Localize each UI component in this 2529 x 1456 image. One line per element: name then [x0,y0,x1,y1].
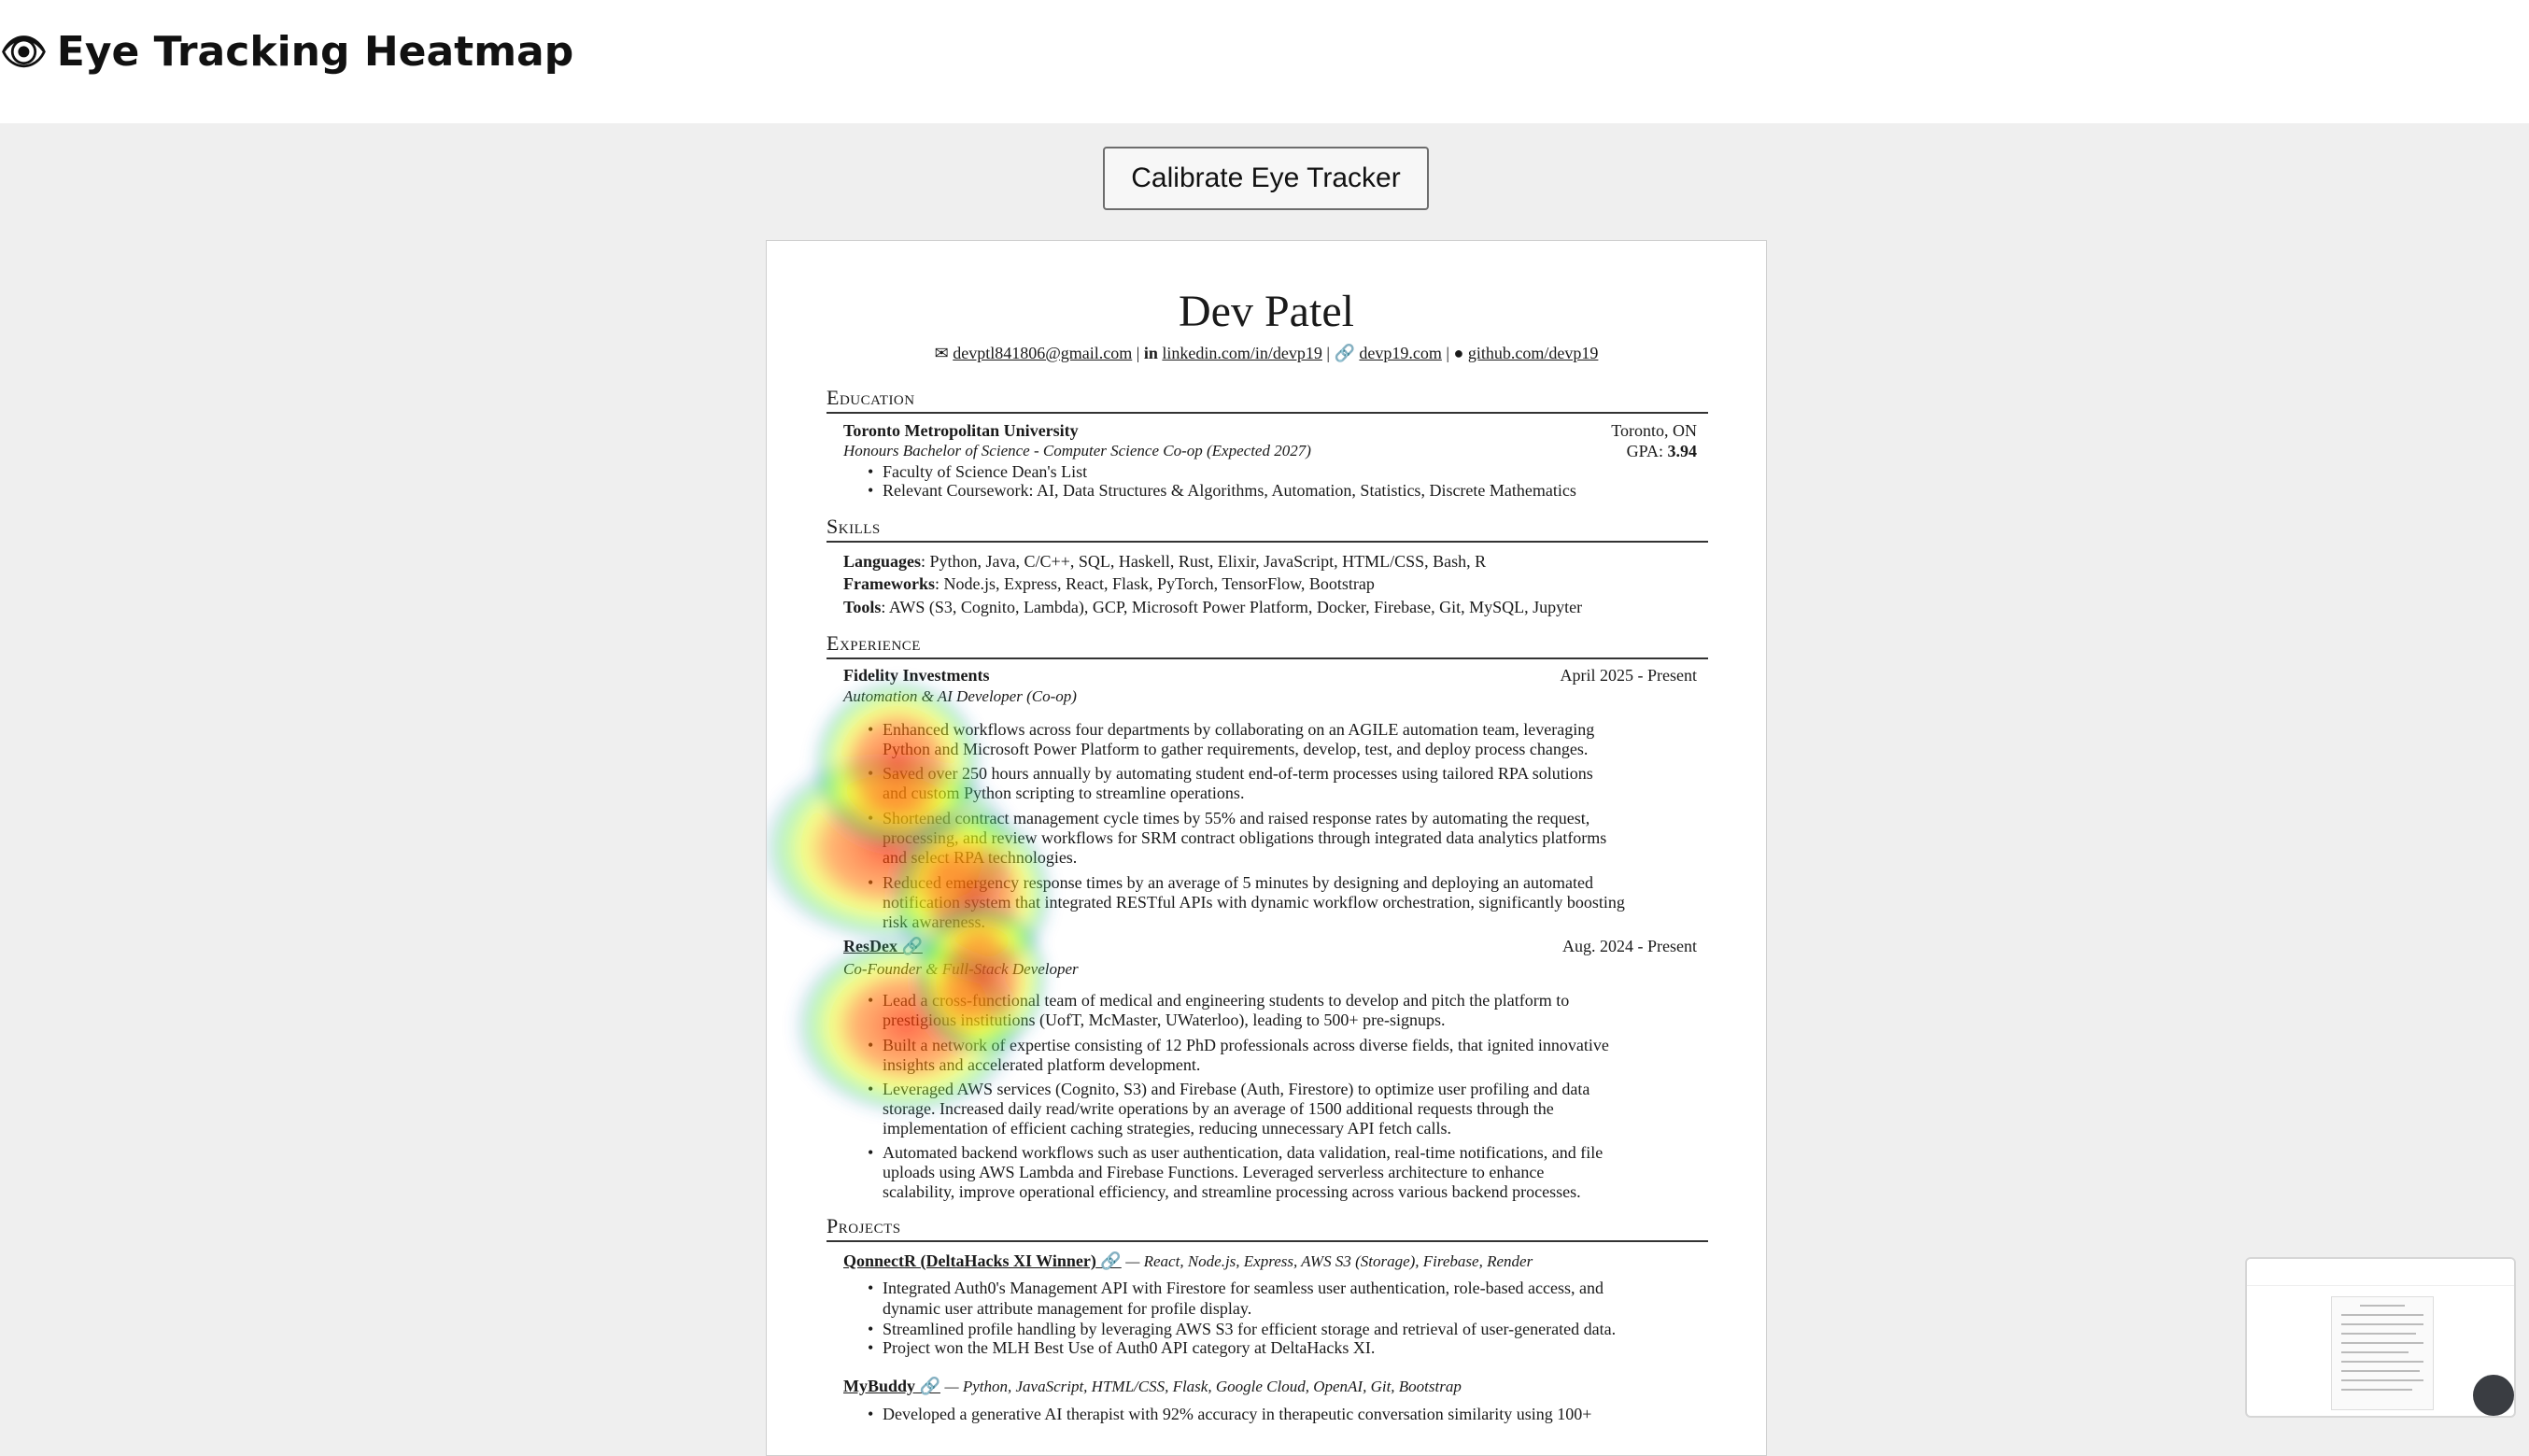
job-company: Fidelity Investments [843,666,990,685]
app-header: 👁 Eye Tracking Heatmap [0,0,2529,123]
eye-icon: 👁 [0,31,48,74]
divider [827,541,1708,543]
job-bullet-cont: and select RPA technologies. [883,848,1078,867]
job-bullet: Lead a cross-functional team of medical … [868,991,1569,1011]
reader-mode-icon[interactable] [2473,1375,2514,1416]
github-icon: ● [1453,344,1464,362]
page-title-text: Eye Tracking Heatmap [56,28,574,76]
resume-name: Dev Patel [1179,287,1354,336]
page-title: 👁 Eye Tracking Heatmap [0,28,573,76]
divider [827,1240,1708,1242]
website-link[interactable]: devp19.com [1359,344,1441,362]
project-bullet: Project won the MLH Best Use of Auth0 AP… [868,1338,1375,1358]
job-dates: April 2025 - Present [1560,666,1697,685]
education-heading: Education [827,386,915,409]
school-location: Toronto, ON [1611,421,1697,440]
github-link[interactable]: github.com/devp19 [1468,344,1598,362]
thumbnail-page [2331,1296,2434,1410]
linkedin-icon: in [1143,344,1158,362]
link-icon: 🔗 [1334,344,1355,362]
job-bullet: Leveraged AWS services (Cognito, S3) and… [868,1080,1589,1099]
email-icon: ✉ [934,344,949,362]
job-bullet: Reduced emergency response times by an a… [868,873,1593,893]
job-bullet-cont: implementation of efficient caching stra… [883,1119,1451,1138]
divider [827,412,1708,414]
job-bullet-cont: storage. Increased daily read/write oper… [883,1099,1554,1118]
job-bullet-cont: insights and accelerated platform develo… [883,1055,1201,1074]
linkedin-link[interactable]: linkedin.com/in/devp19 [1162,344,1321,362]
job-bullet-cont: notification system that integrated REST… [883,893,1625,912]
skills-languages: Languages: Python, Java, C/C++, SQL, Has… [843,552,1487,571]
job-bullet: Shortened contract management cycle time… [868,809,1589,828]
project-link[interactable]: QonnectR (DeltaHacks XI Winner) 🔗 [843,1251,1122,1270]
edu-bullet: Relevant Coursework: AI, Data Structures… [868,481,1576,501]
job-dates: Aug. 2024 - Present [1562,937,1697,955]
link-icon: 🔗 [901,937,923,955]
skills-frameworks: Frameworks: Node.js, Express, React, Fla… [843,574,1375,593]
skills-tools: Tools: AWS (S3, Cognito, Lambda), GCP, M… [843,598,1583,616]
resume-document: Dev Patel ✉ devptl841806@gmail.com | in … [766,240,1767,1456]
thumbnail-header [2247,1259,2514,1286]
project-bullet-cont: dynamic user attribute management for pr… [883,1299,1252,1318]
project-bullet: Streamlined profile handling by leveragi… [868,1320,1616,1339]
school-name: Toronto Metropolitan University [843,421,1079,440]
job-bullet-cont: scalability, improve operational efficie… [883,1182,1581,1201]
project-link[interactable]: MyBuddy 🔗 [843,1377,940,1395]
job-bullet: Built a network of expertise consisting … [868,1036,1609,1055]
job-bullet-cont: Python and Microsoft Power Platform to g… [883,740,1589,758]
projects-heading: Projects [827,1214,901,1237]
degree: Honours Bachelor of Science - Computer S… [843,442,1311,459]
project-bullet: Integrated Auth0's Management API with F… [868,1279,1604,1298]
skills-heading: Skills [827,515,881,538]
divider [827,657,1708,659]
job-bullet: Enhanced workflows across four departmen… [868,720,1594,740]
calibrate-button[interactable]: Calibrate Eye Tracker [1103,147,1429,210]
edu-bullet: Faculty of Science Dean's List [868,462,1087,482]
job-bullet-cont: uploads using AWS Lambda and Firebase Fu… [883,1163,1545,1181]
job-company-link[interactable]: ResDex 🔗 [843,937,923,956]
gpa: GPA: 3.94 [1626,442,1697,460]
job-role: Automation & AI Developer (Co-op) [843,687,1077,705]
job-bullet: Saved over 250 hours annually by automat… [868,764,1593,784]
project-title: QonnectR (DeltaHacks XI Winner) 🔗 — Reac… [843,1251,1533,1270]
job-bullet: Automated backend workflows such as user… [868,1143,1603,1163]
project-title: MyBuddy 🔗 — Python, JavaScript, HTML/CSS… [843,1377,1462,1395]
job-bullet-cont: prestigious institutions (UofT, McMaster… [883,1011,1446,1029]
experience-heading: Experience [827,631,921,655]
job-bullet-cont: processing, and review workflows for SRM… [883,828,1607,847]
project-bullet: Developed a generative AI therapist with… [868,1405,1591,1424]
contact-line: ✉ devptl841806@gmail.com | in linkedin.c… [934,344,1599,362]
job-bullet-cont: and custom Python scripting to streamlin… [883,784,1245,802]
email-link[interactable]: devptl841806@gmail.com [953,344,1132,362]
job-role: Co-Founder & Full-Stack Developer [843,960,1079,978]
job-bullet-cont: risk awareness. [883,912,985,931]
